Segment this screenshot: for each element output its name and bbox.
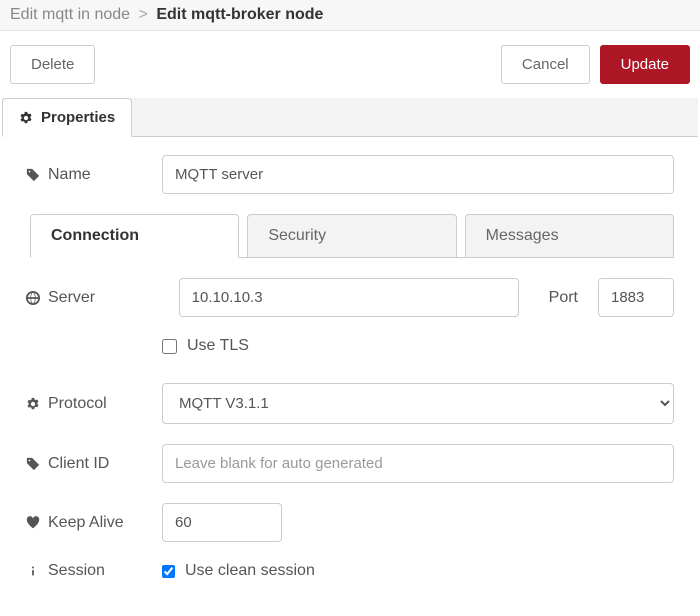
use-tls-checkbox[interactable] [162, 339, 177, 354]
subtab-security[interactable]: Security [247, 214, 456, 257]
name-field[interactable] [162, 155, 674, 194]
keepalive-label: Keep Alive [48, 514, 124, 532]
button-row: Delete Cancel Update [0, 31, 700, 98]
breadcrumb-parent[interactable]: Edit mqtt in node [10, 6, 130, 23]
subtab-messages[interactable]: Messages [465, 214, 674, 257]
cancel-button[interactable]: Cancel [501, 45, 590, 84]
server-label: Server [48, 289, 95, 307]
breadcrumb: Edit mqtt in node > Edit mqtt-broker nod… [0, 0, 700, 31]
keepalive-field[interactable] [162, 503, 282, 542]
tab-properties[interactable]: Properties [2, 98, 132, 137]
use-tls-label: Use TLS [187, 337, 249, 355]
update-button[interactable]: Update [600, 45, 690, 84]
clientid-label: Client ID [48, 455, 109, 473]
info-icon [26, 564, 40, 578]
session-label: Session [48, 562, 105, 580]
subtabs: Connection Security Messages [30, 214, 674, 258]
subtab-connection[interactable]: Connection [30, 214, 239, 258]
protocol-select[interactable]: MQTT V3.1.1 [162, 383, 674, 424]
breadcrumb-current: Edit mqtt-broker node [156, 6, 323, 23]
tab-header: Properties [2, 98, 698, 137]
tag-icon [26, 457, 40, 471]
port-label: Port [549, 289, 578, 307]
tag-icon [26, 168, 40, 182]
globe-icon [26, 291, 40, 305]
name-label: Name [48, 166, 91, 184]
server-field[interactable] [179, 278, 519, 317]
delete-button[interactable]: Delete [10, 45, 95, 84]
heartbeat-icon [26, 516, 40, 530]
chevron-right-icon: > [139, 6, 148, 23]
clean-session-label: Use clean session [185, 562, 315, 580]
tab-properties-label: Properties [41, 109, 115, 126]
gear-icon [19, 111, 33, 125]
port-field[interactable] [598, 278, 674, 317]
protocol-label: Protocol [48, 395, 107, 413]
clientid-field[interactable] [162, 444, 674, 483]
gear-icon [26, 397, 40, 411]
clean-session-checkbox[interactable] [162, 565, 175, 578]
